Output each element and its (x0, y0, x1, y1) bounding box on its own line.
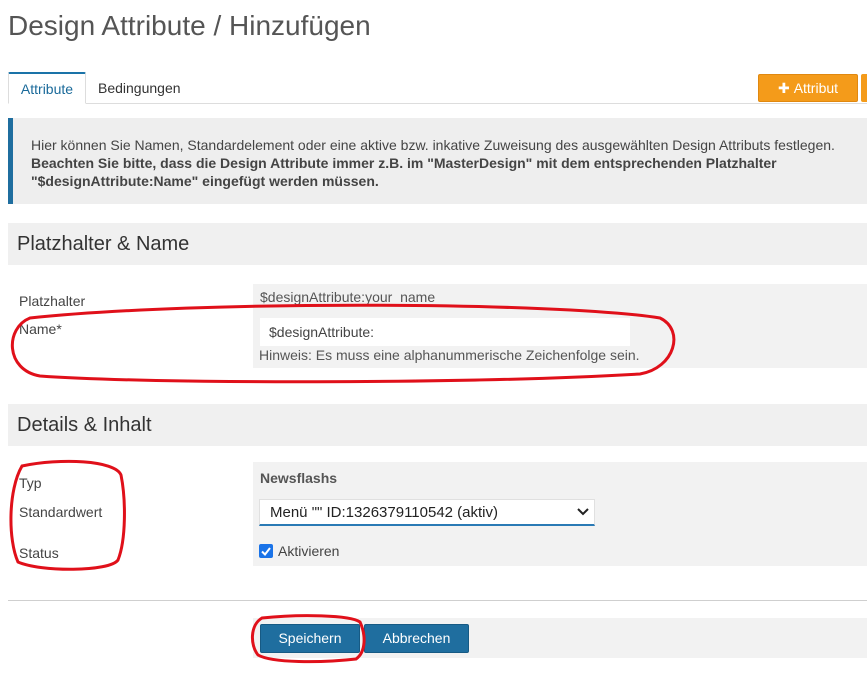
chevron-down-icon (577, 508, 589, 516)
status-checkbox[interactable] (259, 544, 273, 558)
section-heading-placeholder: Platzhalter & Name (8, 223, 867, 265)
info-note: Beachten Sie bitte, dass die Design Attr… (31, 155, 777, 171)
status-label: Status (19, 545, 59, 561)
tab-bedingungen[interactable]: Bedingungen (86, 72, 193, 104)
tab-attribute[interactable]: Attribute (8, 72, 86, 104)
name-label: Name* (19, 321, 62, 337)
plus-icon: ✚ (777, 80, 790, 96)
default-value-select[interactable]: Menü "" ID:1326379110542 (aktiv) (259, 499, 595, 526)
tab-bar: Attribute Bedingungen (8, 72, 867, 104)
status-checkbox-label[interactable]: Aktivieren (278, 543, 339, 559)
name-hint: Hinweis: Es muss eine alphanummerische Z… (259, 347, 640, 363)
form-divider (8, 600, 867, 601)
type-value: Newsflashs (260, 470, 338, 486)
save-button[interactable]: Speichern (260, 624, 360, 653)
info-text: Hier können Sie Namen, Standardelement o… (31, 137, 835, 153)
page-title: Design Attribute / Hinzufügen (8, 10, 371, 41)
name-input[interactable] (260, 318, 630, 346)
add-attribute-button[interactable]: ✚ Attribut (758, 74, 858, 102)
cancel-button[interactable]: Abbrechen (364, 624, 469, 653)
type-label: Typ (19, 475, 42, 491)
toolbar-more-button[interactable] (861, 74, 867, 102)
info-box: Hier können Sie Namen, Standardelement o… (8, 118, 867, 204)
add-attribute-label: Attribut (793, 80, 839, 96)
placeholder-value: $designAttribute:your_name (260, 289, 436, 305)
info-note-placeholder: "$designAttribute:Name" eingefügt werden… (31, 173, 379, 189)
section-heading-details: Details & Inhalt (8, 404, 867, 446)
default-value-selected: Menü "" ID:1326379110542 (aktiv) (270, 504, 499, 521)
placeholder-label: Platzhalter (19, 293, 86, 309)
checkmark-icon (261, 547, 271, 557)
default-value-label: Standardwert (19, 504, 103, 520)
